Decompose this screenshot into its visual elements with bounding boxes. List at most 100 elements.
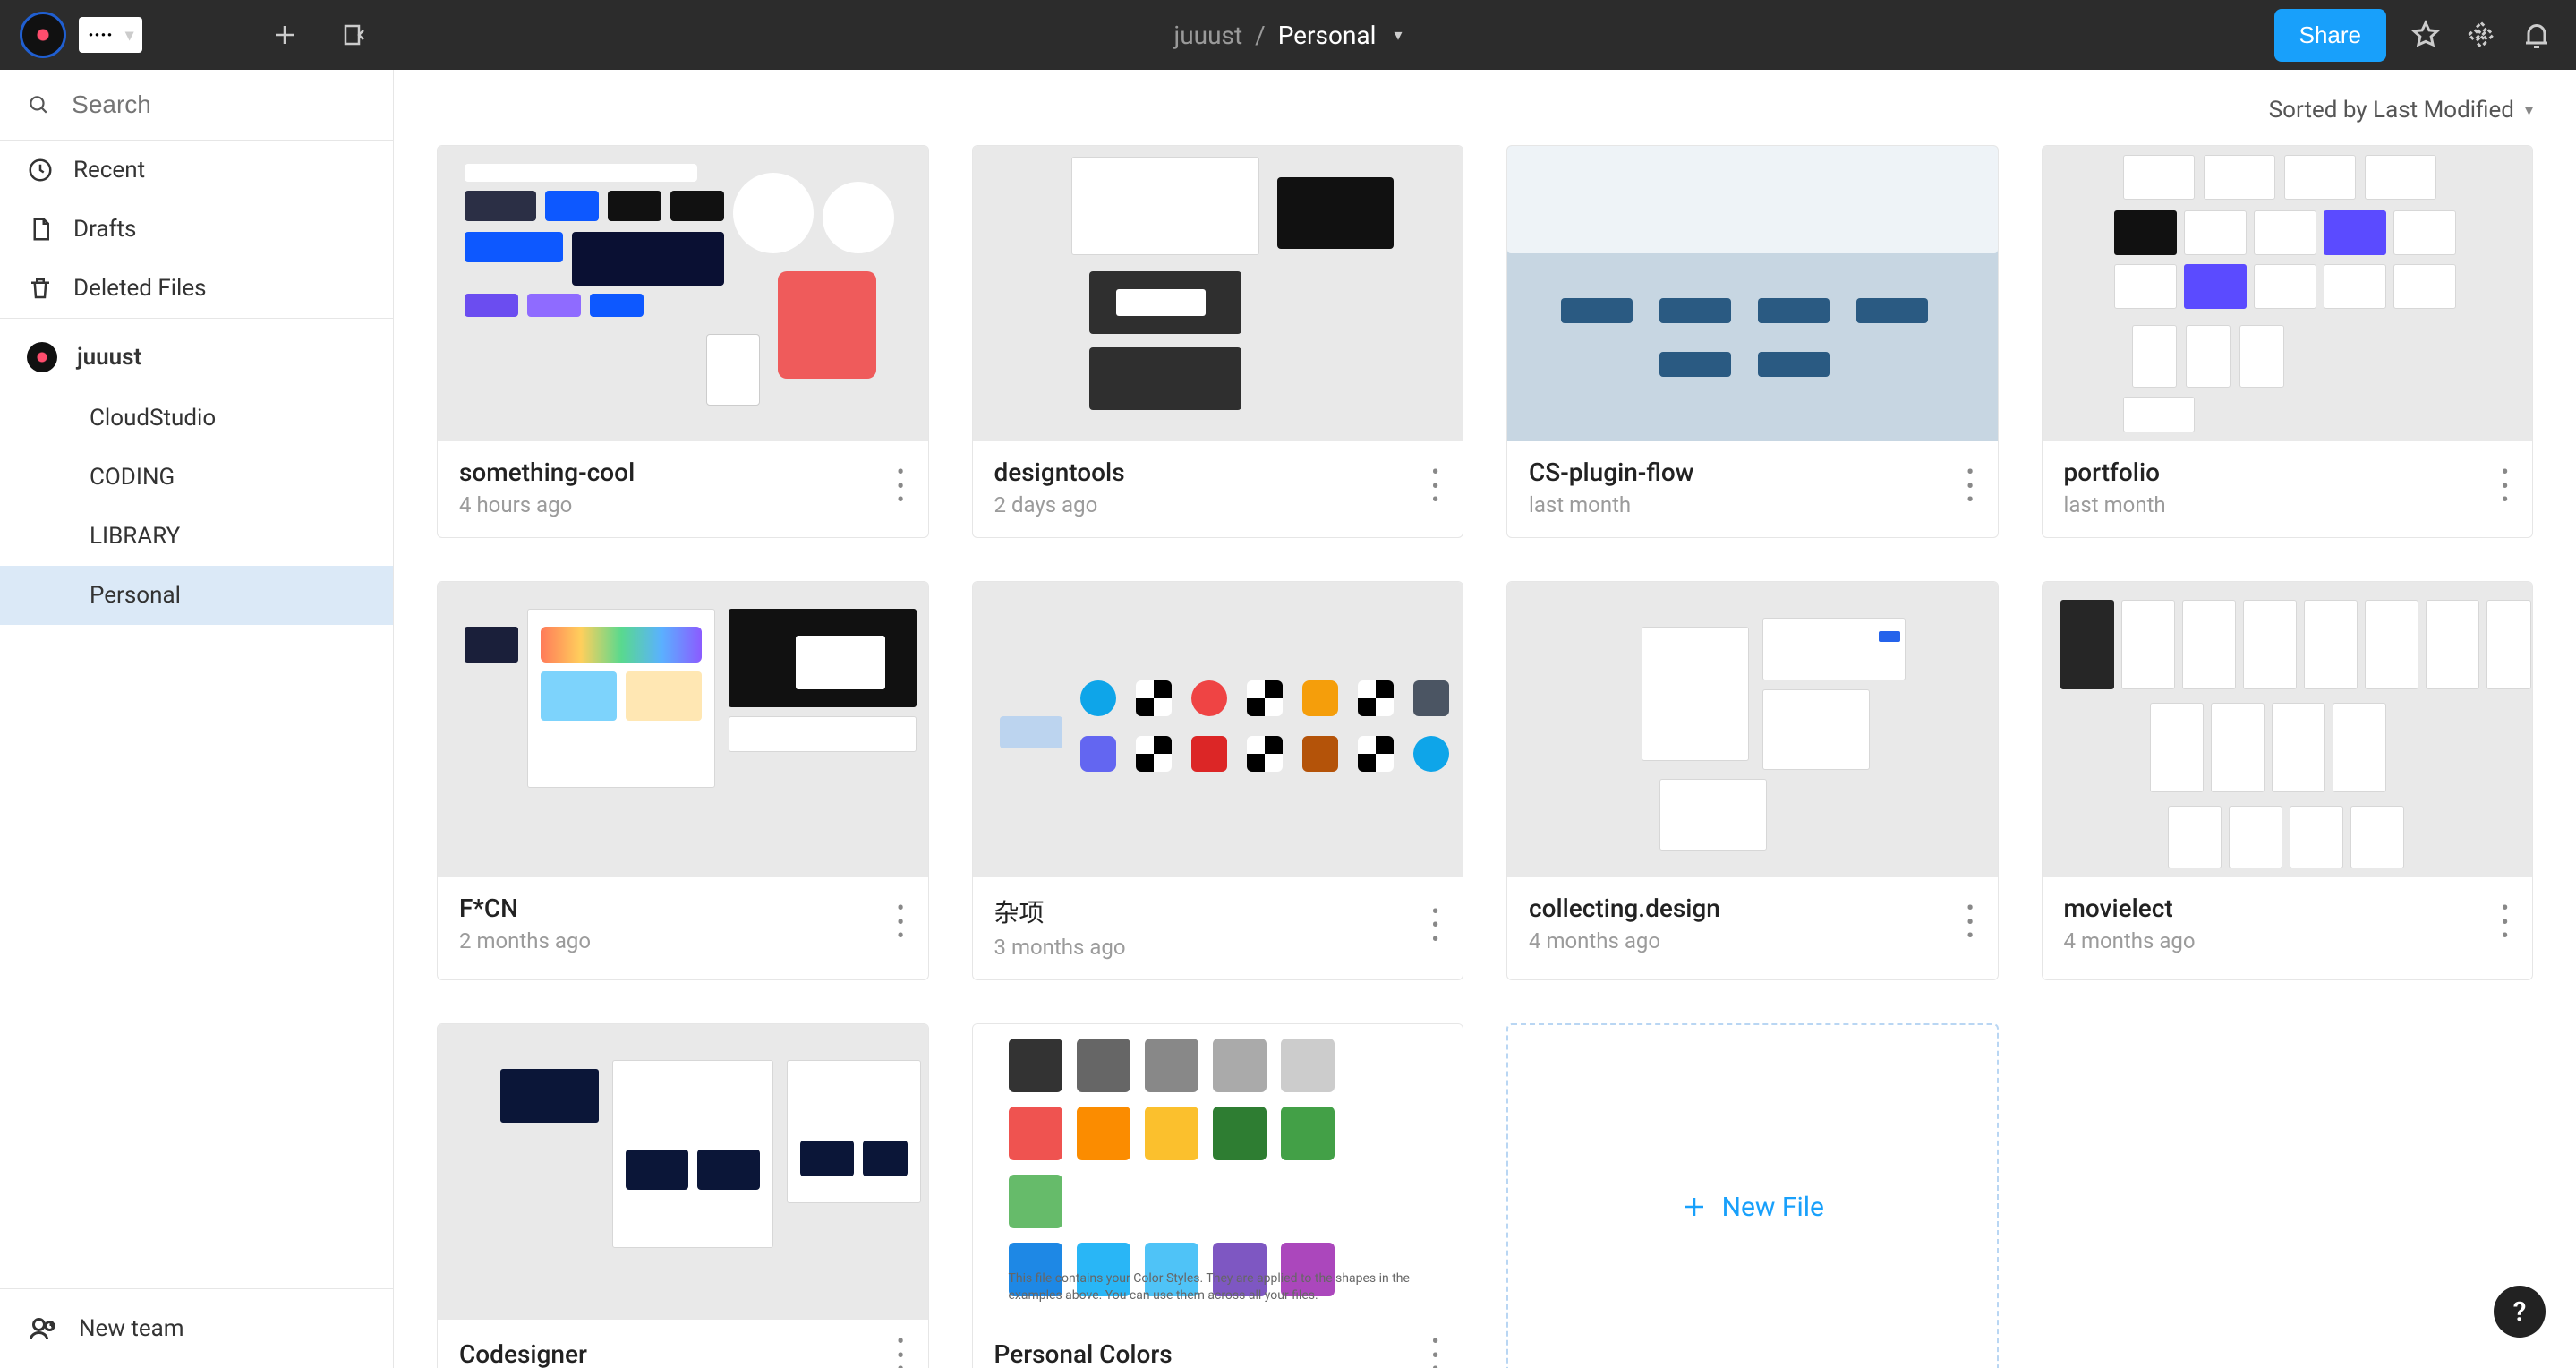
new-file-label: New File — [1722, 1192, 1824, 1223]
chevron-down-icon[interactable]: ▾ — [1394, 26, 1402, 45]
file-card[interactable]: portfolio last month ••• — [2042, 145, 2534, 538]
breadcrumb: juuust / Personal ▾ — [1174, 21, 1403, 50]
file-card[interactable]: 杂项 3 months ago ••• — [972, 581, 1464, 980]
file-thumbnail — [438, 1024, 928, 1320]
import-button[interactable] — [320, 0, 389, 70]
file-thumbnail — [973, 582, 1463, 877]
sidebar-item-drafts[interactable]: Drafts — [0, 200, 393, 259]
file-card[interactable]: Codesigner ••• — [437, 1023, 929, 1368]
file-menu-button[interactable]: ••• — [897, 466, 907, 509]
star-icon[interactable] — [2410, 19, 2442, 51]
breadcrumb-team[interactable]: juuust — [1174, 21, 1243, 50]
workspace-switcher[interactable]: ···· ▾ — [79, 17, 142, 53]
personal-colors-note: This file contains your Color Styles. Th… — [1009, 1270, 1428, 1305]
sidebar-item-label: Personal — [90, 582, 181, 609]
file-timestamp: 4 months ago — [1529, 928, 1720, 953]
share-button[interactable]: Share — [2274, 9, 2386, 62]
new-team-icon — [27, 1312, 59, 1345]
file-menu-button[interactable]: ••• — [1966, 902, 1976, 945]
file-card[interactable]: designtools 2 days ago ••• — [972, 145, 1464, 538]
sidebar-item-coding[interactable]: CODING — [0, 448, 393, 507]
trash-icon — [27, 275, 54, 302]
sidebar-item-recent[interactable]: Recent — [0, 141, 393, 200]
plus-icon — [271, 21, 298, 48]
new-file-tile[interactable]: New File — [1506, 1023, 1999, 1368]
file-timestamp: 2 months ago — [459, 928, 591, 953]
file-card[interactable]: CS-plugin-flow last month ••• — [1506, 145, 1999, 538]
component-icon[interactable] — [2465, 19, 2497, 51]
new-team-label: New team — [79, 1315, 184, 1342]
search-row[interactable] — [0, 70, 393, 140]
sidebar-item-label: CODING — [90, 464, 175, 491]
file-menu-button[interactable]: ••• — [1431, 1336, 1441, 1368]
file-thumbnail — [2043, 582, 2533, 877]
file-meta: movielect 4 months ago ••• — [2043, 877, 2533, 973]
help-button[interactable]: ? — [2494, 1286, 2546, 1338]
new-team-button[interactable]: New team — [0, 1288, 393, 1368]
new-file-button[interactable] — [250, 0, 320, 70]
file-timestamp: 4 hours ago — [459, 492, 635, 517]
file-title: Personal Colors — [994, 1339, 1173, 1368]
file-card[interactable]: movielect 4 months ago ••• — [2042, 581, 2534, 980]
sidebar-item-cloudstudio[interactable]: CloudStudio — [0, 389, 393, 448]
import-icon — [341, 21, 368, 48]
file-menu-button[interactable]: ••• — [2501, 466, 2511, 509]
file-title: designtools — [994, 457, 1125, 487]
sort-control[interactable]: Sorted by Last Modified ▾ — [394, 70, 2576, 133]
file-icon — [27, 216, 54, 243]
file-timestamp: last month — [2064, 492, 2166, 517]
file-thumbnail — [438, 146, 928, 441]
file-thumbnail — [1507, 582, 1998, 877]
file-meta: collecting.design 4 months ago ••• — [1507, 877, 1998, 973]
file-title: CS-plugin-flow — [1529, 457, 1694, 487]
sort-label: Sorted by Last Modified — [2269, 97, 2514, 124]
file-meta: CS-plugin-flow last month ••• — [1507, 441, 1998, 537]
breadcrumb-project[interactable]: Personal — [1278, 21, 1377, 50]
file-meta: something-cool 4 hours ago ••• — [438, 441, 928, 537]
file-card[interactable]: collecting.design 4 months ago ••• — [1506, 581, 1999, 980]
workspace-name: ···· — [88, 22, 113, 47]
sidebar-item-personal[interactable]: Personal — [0, 566, 393, 625]
file-timestamp: 3 months ago — [994, 935, 1126, 960]
file-timestamp: 2 days ago — [994, 492, 1125, 517]
file-menu-button[interactable]: ••• — [897, 1336, 907, 1368]
help-label: ? — [2513, 1296, 2527, 1328]
chevron-down-icon: ▾ — [125, 26, 133, 45]
sidebar-item-label: Recent — [73, 157, 145, 184]
file-menu-button[interactable]: ••• — [1431, 466, 1441, 509]
file-card[interactable]: F*CN 2 months ago ••• — [437, 581, 929, 980]
file-thumbnail — [438, 582, 928, 877]
topbar: ···· ▾ juuust / Personal ▾ Share — [0, 0, 2576, 70]
file-meta: Personal Colors ••• — [973, 1320, 1463, 1368]
sidebar-team-header[interactable]: juuust — [0, 319, 393, 389]
file-card[interactable]: something-cool 4 hours ago ••• — [437, 145, 929, 538]
file-meta: portfolio last month ••• — [2043, 441, 2533, 537]
file-title: something-cool — [459, 457, 635, 487]
sidebar-item-label: Drafts — [73, 216, 136, 243]
file-card[interactable]: This file contains your Color Styles. Th… — [972, 1023, 1464, 1368]
breadcrumb-separator: / — [1255, 21, 1266, 50]
sidebar-item-label: CloudStudio — [90, 405, 216, 432]
sidebar-item-library[interactable]: LIBRARY — [0, 507, 393, 566]
sidebar-item-deleted[interactable]: Deleted Files — [0, 259, 393, 318]
file-title: Codesigner — [459, 1339, 587, 1368]
file-thumbnail: This file contains your Color Styles. Th… — [973, 1024, 1463, 1320]
sidebar-item-label: LIBRARY — [90, 523, 180, 550]
file-timestamp: 4 months ago — [2064, 928, 2196, 953]
search-icon — [27, 91, 50, 118]
file-meta: Codesigner ••• — [438, 1320, 928, 1368]
file-menu-button[interactable]: ••• — [897, 902, 907, 945]
chevron-down-icon: ▾ — [2525, 101, 2533, 120]
file-menu-button[interactable]: ••• — [1431, 906, 1441, 948]
file-meta: designtools 2 days ago ••• — [973, 441, 1463, 537]
clock-icon — [27, 157, 54, 184]
file-title: portfolio — [2064, 457, 2166, 487]
bell-icon[interactable] — [2521, 19, 2553, 51]
workspace-avatar[interactable] — [20, 12, 66, 58]
file-menu-button[interactable]: ••• — [1966, 466, 1976, 509]
sidebar-team-name: juuust — [77, 344, 141, 371]
file-menu-button[interactable]: ••• — [2501, 902, 2511, 945]
search-input[interactable] — [70, 90, 366, 120]
topbar-left-cluster: ···· ▾ — [0, 0, 389, 70]
main: Sorted by Last Modified ▾ — [394, 70, 2576, 1368]
